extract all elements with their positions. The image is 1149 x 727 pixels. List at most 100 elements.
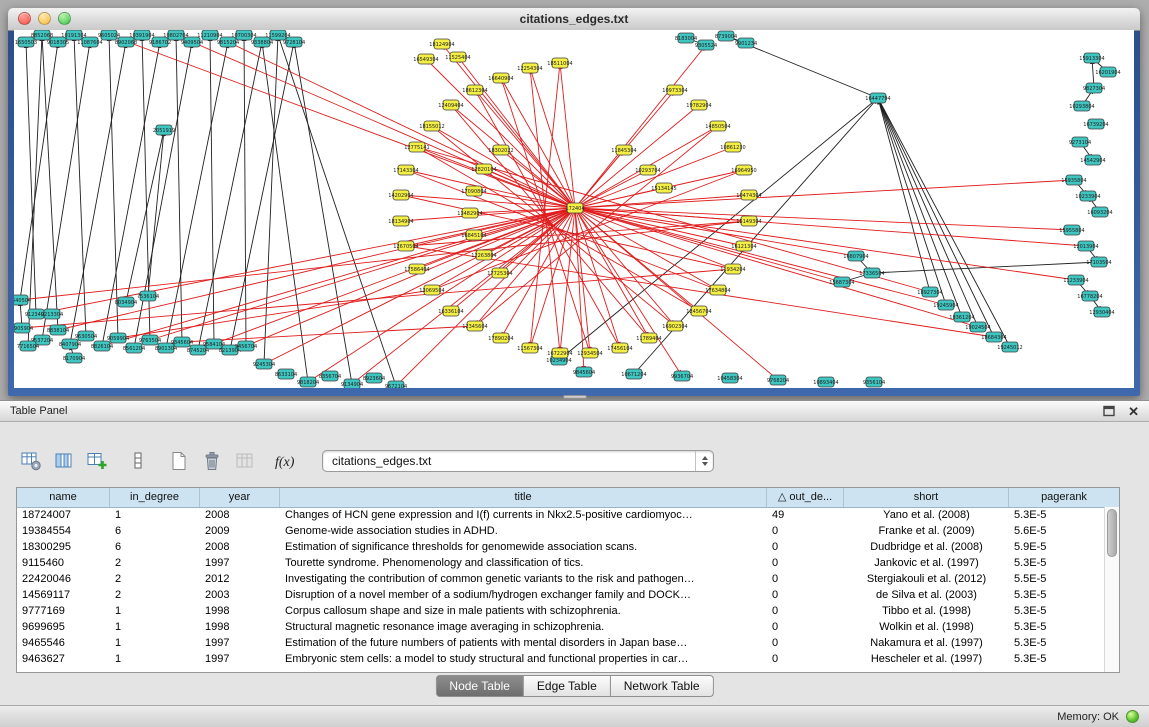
network-node[interactable]: 16201904 <box>1095 67 1120 77</box>
network-node[interactable]: 10700304 <box>231 30 256 40</box>
network-node[interactable]: 9356104 <box>863 377 885 387</box>
tab-node-table[interactable]: Node Table <box>435 675 524 697</box>
tab-edge-table[interactable]: Edge Table <box>524 675 611 697</box>
row-height-icon[interactable] <box>125 448 151 474</box>
network-node[interactable]: 11845304 <box>611 145 636 155</box>
network-node[interactable]: 9134904 <box>341 379 363 388</box>
network-node[interactable]: 9672104 <box>385 381 407 388</box>
table-scrollbar[interactable] <box>1104 507 1119 672</box>
network-node[interactable]: 12345604 <box>462 321 487 331</box>
function-builder-icon[interactable]: f(x) <box>273 448 299 474</box>
network-node[interactable]: 8170904 <box>63 353 85 363</box>
network-node[interactable]: 18927304 <box>917 287 942 297</box>
import-table-icon[interactable] <box>232 448 258 474</box>
table-row[interactable]: 911546021997Tourette syndrome. Phenomeno… <box>17 555 1104 571</box>
network-node[interactable]: 7716504 <box>17 341 39 351</box>
network-node[interactable]: 10973304 <box>662 85 687 95</box>
network-node[interactable]: 17725304 <box>487 268 512 278</box>
network-node[interactable]: 18134904 <box>388 216 413 226</box>
network-node[interactable]: 16121304 <box>731 241 756 251</box>
network-node[interactable]: 8561204 <box>123 343 145 353</box>
network-node[interactable]: 18361204 <box>949 312 974 322</box>
network-node[interactable]: 12820104 <box>471 164 496 174</box>
network-node[interactable]: 16336104 <box>438 306 463 316</box>
table-row[interactable]: 969969511998Structural magnetic resonanc… <box>17 619 1104 635</box>
network-node[interactable]: 17143304 <box>393 165 418 175</box>
network-node[interactable]: 8407904 <box>59 339 81 349</box>
network-node[interactable]: 8034904 <box>115 297 137 307</box>
table-row[interactable]: 2242004622012Investigating the contribut… <box>17 571 1104 587</box>
network-node[interactable]: 15913304 <box>1079 53 1104 63</box>
network-node[interactable]: 17456104 <box>607 343 632 353</box>
network-node[interactable]: 9605024 <box>98 30 120 40</box>
network-node[interactable]: 10474304 <box>736 190 761 200</box>
network-node[interactable]: 9245304 <box>253 359 275 369</box>
table-row[interactable]: 946362711997Embryonic stem cells: a mode… <box>17 651 1104 667</box>
show-columns-icon[interactable] <box>51 448 77 474</box>
network-node[interactable]: 14850504 <box>705 121 730 131</box>
network-nodes[interactable]: 1650503885206890183051019130411087604960… <box>14 30 1121 388</box>
network-canvas[interactable]: 1650503885206890183051019130411087604960… <box>14 30 1134 388</box>
network-node[interactable]: 17103504 <box>1086 257 1111 267</box>
network-node[interactable]: 16640904 <box>488 73 513 83</box>
network-node[interactable]: 18302022 <box>488 145 513 155</box>
table-row[interactable]: 1872400712008Changes of HCN gene express… <box>17 507 1104 523</box>
network-window-titlebar[interactable]: citations_edges.txt <box>8 8 1140 31</box>
network-node[interactable]: 7536104 <box>137 291 159 301</box>
network-node[interactable]: 9305524 <box>695 40 717 50</box>
network-node[interactable]: 15955804 <box>1059 225 1084 235</box>
network-node[interactable]: 15134145 <box>651 183 676 193</box>
network-node[interactable]: 19245012 <box>997 342 1022 352</box>
network-node[interactable]: 12013904 <box>1073 241 1098 251</box>
network-node[interactable]: 16807904 <box>843 251 868 261</box>
network-node[interactable]: 18155012 <box>419 121 444 131</box>
combo-arrows-icon[interactable] <box>695 451 713 471</box>
network-node[interactable]: 10458304 <box>717 373 742 383</box>
network-node[interactable]: 8826104 <box>91 341 113 351</box>
network-node[interactable]: 9273104 <box>1069 137 1091 147</box>
network-node[interactable]: 15935804 <box>1061 175 1086 185</box>
table-row[interactable]: 946554611997Estimation of the future num… <box>17 635 1104 651</box>
network-node[interactable]: 12930404 <box>1089 307 1114 317</box>
network-node[interactable]: 14542904 <box>1080 155 1105 165</box>
network-node[interactable]: 19024504 <box>965 322 990 332</box>
network-node[interactable]: 19245904 <box>933 300 958 310</box>
network-node[interactable]: 19782904 <box>686 100 711 110</box>
network-node[interactable]: 9901234 <box>735 38 757 48</box>
tab-network-table[interactable]: Network Table <box>611 675 714 697</box>
network-node[interactable]: 14202904 <box>388 190 413 200</box>
network-node[interactable]: 16845104 <box>461 230 486 240</box>
network-node[interactable]: 18124904 <box>429 39 454 49</box>
network-node[interactable]: 10293804 <box>1069 101 1094 111</box>
table-select[interactable]: citations_edges.txt <box>322 450 714 472</box>
scrollbar-thumb[interactable] <box>1107 509 1117 557</box>
network-node[interactable]: 11789404 <box>636 333 661 343</box>
network-node[interactable]: 17890204 <box>488 333 513 343</box>
network-node[interactable]: 12263804 <box>471 250 496 260</box>
network-node[interactable]: 2051919 <box>153 125 175 135</box>
network-node[interactable]: 8923604 <box>363 373 385 383</box>
network-node[interactable]: 9763504 <box>139 335 161 345</box>
network-node[interactable]: 8838104 <box>47 325 69 335</box>
network-node[interactable]: 9630504 <box>75 331 97 341</box>
network-node[interactable]: 8183004 <box>675 33 697 43</box>
network-node[interactable]: 172404 <box>565 203 584 213</box>
table-row[interactable]: 1830029562008Estimation of significance … <box>17 539 1104 555</box>
network-node[interactable]: 18612304 <box>462 85 487 95</box>
network-node[interactable]: 8640504 <box>14 295 31 305</box>
network-node[interactable]: 16964950 <box>731 165 756 175</box>
network-node[interactable]: 9827304 <box>1083 83 1105 93</box>
column-header-out_degree[interactable]: △ out_de... <box>767 488 844 507</box>
network-node[interactable]: 10671204 <box>621 369 646 379</box>
network-node[interactable]: 16778204 <box>1077 291 1102 301</box>
network-node[interactable]: 11210904 <box>197 30 222 40</box>
network-node[interactable]: 9728104 <box>283 37 305 47</box>
delete-table-icon[interactable] <box>199 448 225 474</box>
network-node[interactable]: 12409404 <box>438 100 463 110</box>
column-header-year[interactable]: year <box>200 488 280 507</box>
panel-resize-grip[interactable] <box>563 395 587 399</box>
column-header-name[interactable]: name <box>17 488 110 507</box>
minimize-window-icon[interactable] <box>38 12 51 25</box>
new-table-icon[interactable] <box>166 448 192 474</box>
network-node[interactable]: 9936704 <box>671 371 693 381</box>
